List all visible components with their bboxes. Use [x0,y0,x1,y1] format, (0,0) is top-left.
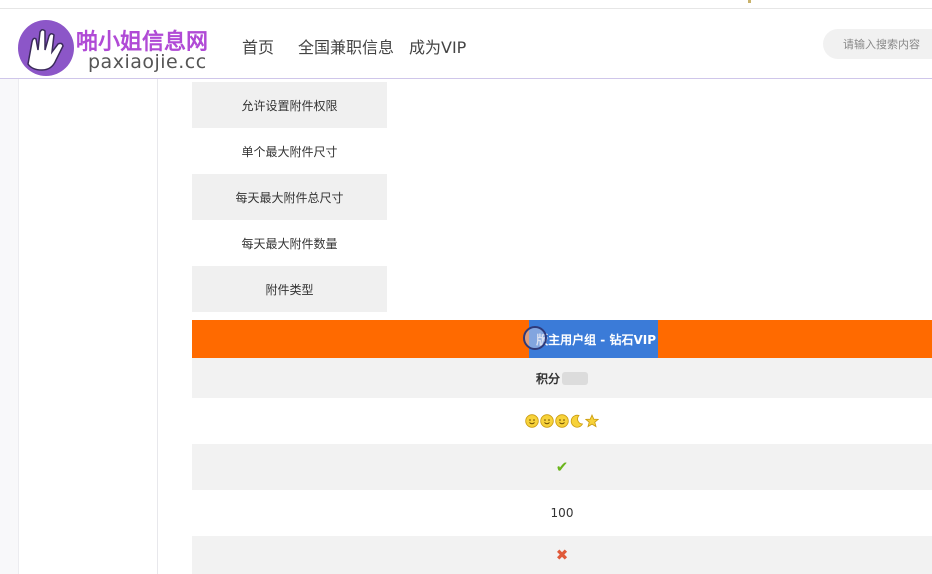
sidebar [19,79,158,574]
nav-become-vip[interactable]: 成为VIP [409,34,466,58]
browser-top-edge [0,0,932,9]
points-row: 积分 [192,358,932,398]
search-input[interactable] [823,29,932,59]
sun-icon [540,414,554,428]
logo-domain: paxiaojie.cc [88,51,207,73]
points-value-blurred [562,371,588,385]
page-left-margin [0,79,19,574]
top-edge-mark [748,0,751,3]
label-max-daily-attachment-count: 每天最大附件数量 [241,236,338,251]
points-label: 积分 [535,371,560,386]
sun-icon [555,414,569,428]
logo-hand-icon [18,20,74,76]
star-icon [585,414,599,428]
label-attachment-types: 附件类型 [192,266,387,312]
label-allow-attachment-permission: 允许设置附件权限 [192,82,387,128]
attachment-count-value: 100 [550,506,574,520]
label-max-daily-attachment-size: 每天最大附件总尺寸 [192,174,387,220]
user-group-title[interactable]: 版主用户组 - 钻石VIP [529,320,658,358]
nav-parttime-info[interactable]: 全国兼职信息 [298,34,394,58]
allow-permission-row: ✔ [192,444,932,490]
deny-permission-row: ✖ [192,536,932,574]
site-logo[interactable]: 啪小姐信息网 paxiaojie.cc [18,20,218,78]
cross-icon: ✖ [555,546,569,564]
user-group-header: 版主用户组 - 钻石VIP [192,320,932,358]
level-icons [525,414,599,428]
moon-icon [570,414,584,428]
site-header: 啪小姐信息网 paxiaojie.cc 首页 全国兼职信息 成为VIP [0,9,932,79]
attachment-count-row: 100 [192,490,932,536]
cursor-indicator [523,326,547,350]
nav-home[interactable]: 首页 [242,34,274,58]
level-icons-row [192,398,932,444]
label-max-single-attachment-size: 单个最大附件尺寸 [241,144,338,159]
check-icon: ✔ [555,458,569,476]
sun-icon [525,414,539,428]
